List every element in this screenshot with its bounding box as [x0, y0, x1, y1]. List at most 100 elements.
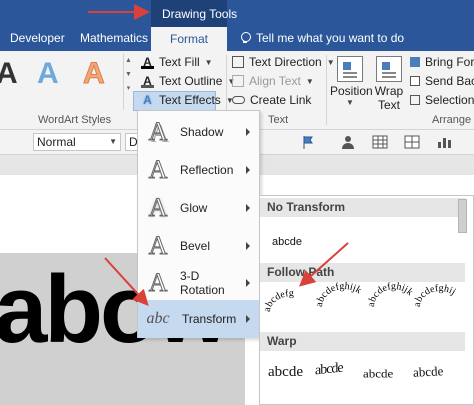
- send-backward-icon: [410, 76, 420, 86]
- menu-item-bevel[interactable]: A Bevel: [138, 227, 259, 265]
- section-header-warp: Warp: [260, 332, 465, 351]
- contextual-tab-group-label: Drawing Tools: [162, 7, 238, 21]
- wrap-text-label: Wrap Text: [374, 84, 404, 112]
- menu-item-label: Reflection: [180, 163, 234, 177]
- selection-pane-button[interactable]: Selection P: [410, 93, 474, 107]
- table-icon[interactable]: [372, 134, 388, 150]
- menu-item-label: Transform: [182, 312, 237, 326]
- menu-item-3d-rotation[interactable]: A 3-D Rotation: [138, 264, 259, 302]
- style-dropdown[interactable]: Normal ▼: [33, 133, 121, 151]
- wordart-style-sample[interactable]: A: [0, 57, 18, 91]
- align-text-icon: [232, 75, 244, 87]
- transform-abc-icon: abc: [146, 310, 170, 327]
- text-direction-label: Text Direction: [249, 55, 322, 69]
- style-value: Normal: [37, 135, 76, 149]
- transform-option-arch-down[interactable]: abcdefghijk: [314, 282, 363, 308]
- shadow-icon: A: [148, 117, 168, 146]
- bring-forward-button[interactable]: Bring Forw: [410, 55, 474, 69]
- menu-item-label: 3-D Rotation: [180, 269, 225, 297]
- text-fill-button[interactable]: A Text Fill ▼: [141, 55, 213, 69]
- send-backward-label: Send Backw: [425, 74, 474, 88]
- tell-me-search[interactable]: Tell me what you want to do: [240, 31, 404, 45]
- text-direction-icon: [232, 56, 244, 68]
- transform-option-arch-up[interactable]: abcdefg: [264, 288, 294, 313]
- reflection-icon: A: [148, 155, 168, 184]
- wordart-style-sample[interactable]: A: [37, 57, 59, 91]
- chevron-right-icon: [246, 166, 250, 174]
- text-fill-label: Text Fill: [159, 55, 200, 69]
- glow-icon: A: [148, 193, 168, 222]
- position-button[interactable]: Position ▼: [330, 56, 373, 107]
- bring-forward-icon: [410, 57, 420, 67]
- text-effects-icon: A: [143, 92, 152, 107]
- text-outline-label: Text Outline: [159, 74, 223, 88]
- align-text-label: Align Text: [249, 74, 301, 88]
- chevron-down-icon: ▼: [346, 98, 354, 107]
- chevron-down-icon: ▼: [109, 137, 117, 146]
- tell-me-text: Tell me what you want to do: [256, 31, 405, 45]
- text-outline-icon: A: [141, 74, 154, 88]
- flag-icon[interactable]: [300, 134, 316, 150]
- section-header-follow-path: Follow Path: [260, 263, 465, 282]
- text-direction-button[interactable]: Text Direction ▼: [232, 55, 335, 69]
- chevron-right-icon: [246, 204, 250, 212]
- transform-option-circle[interactable]: abcdefghijk: [366, 282, 415, 307]
- wrap-text-icon: [376, 56, 402, 82]
- tab-developer[interactable]: Developer: [10, 31, 65, 45]
- create-link-label: Create Link: [250, 93, 312, 107]
- gallery-up-icon[interactable]: ▲: [124, 54, 133, 68]
- transform-option-warp-triangle[interactable]: abcde: [315, 361, 343, 380]
- group-divider: [326, 55, 327, 125]
- menu-item-glow[interactable]: A Glow: [138, 189, 259, 227]
- transform-option-warp-wave[interactable]: abcde: [413, 363, 444, 381]
- text-effects-label: Text Effects: [159, 93, 221, 107]
- wordart-styles-group-label: WordArt Styles: [38, 114, 112, 126]
- submenu-scroll-thumb[interactable]: [458, 199, 467, 233]
- section-header-no-transform: No Transform: [260, 198, 465, 217]
- arrange-group-label: Arrange: [432, 114, 472, 126]
- person-icon[interactable]: [340, 134, 356, 150]
- text-fill-icon: A: [141, 55, 154, 69]
- text-effects-button[interactable]: A Text Effects ▼: [141, 93, 234, 107]
- menu-item-label: Glow: [180, 201, 208, 215]
- menu-item-label: Shadow: [180, 125, 224, 139]
- menu-item-shadow[interactable]: A Shadow: [138, 113, 259, 151]
- tab-mathematics[interactable]: Mathematics: [80, 31, 148, 45]
- wordart-gallery-scroll[interactable]: ▲ ▼ ▾: [123, 54, 133, 110]
- lightbulb-icon: [240, 32, 251, 44]
- rotation-3d-icon: A: [148, 268, 168, 297]
- chevron-right-icon: [246, 242, 250, 250]
- selection-pane-label: Selection P: [425, 93, 474, 107]
- create-link-button[interactable]: Create Link: [232, 93, 311, 107]
- bring-forward-label: Bring Forw: [425, 55, 474, 69]
- transform-submenu: No Transform abcde Follow Path abcdefg a…: [259, 195, 474, 405]
- menu-item-reflection[interactable]: A Reflection: [138, 151, 259, 189]
- selection-pane-icon: [410, 95, 420, 105]
- menu-item-transform[interactable]: abc Transform: [138, 300, 259, 338]
- chevron-down-icon: ▼: [305, 76, 314, 86]
- transform-option-none[interactable]: abcde: [272, 236, 302, 248]
- menu-item-label: Bevel: [180, 239, 211, 253]
- bevel-icon: A: [148, 231, 168, 260]
- chart-icon[interactable]: [436, 134, 452, 150]
- transform-option-warp-chevron[interactable]: abcde: [363, 367, 393, 381]
- wrap-text-button[interactable]: Wrap Text: [374, 56, 404, 112]
- position-label: Position: [330, 84, 373, 98]
- text-effects-menu: A Shadow A Reflection A Glow A Bevel A 3…: [137, 110, 260, 338]
- transform-option-button[interactable]: abcdefghij: [412, 283, 458, 308]
- wordart-style-sample[interactable]: A: [83, 57, 106, 91]
- position-icon: [337, 56, 363, 82]
- tab-format[interactable]: Format: [151, 27, 227, 51]
- send-backward-button[interactable]: Send Backw: [410, 74, 474, 88]
- chevron-down-icon: ▼: [204, 57, 213, 67]
- link-icon: [232, 96, 245, 104]
- align-text-button[interactable]: Align Text ▼: [232, 74, 314, 88]
- gallery-down-icon[interactable]: ▼: [124, 68, 133, 82]
- chevron-right-icon: [246, 128, 250, 136]
- text-outline-button[interactable]: A Text Outline ▼: [141, 74, 235, 88]
- gallery-more-icon[interactable]: ▾: [124, 82, 133, 96]
- chevron-right-icon: [246, 315, 250, 323]
- follow-path-options: abcdefg abcdefghijk abcdefghijk abcdefgh…: [264, 282, 458, 313]
- transform-option-warp-plain[interactable]: abcde: [268, 364, 303, 381]
- grid-icon[interactable]: [404, 134, 420, 150]
